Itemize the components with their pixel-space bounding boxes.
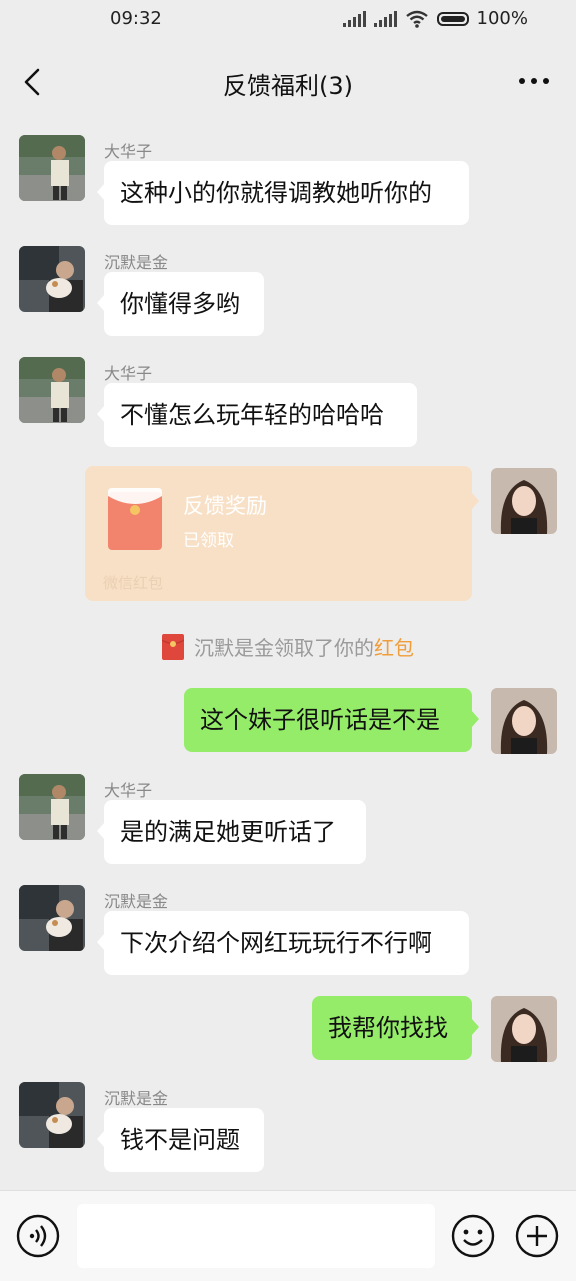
chat-title: 反馈福利(3)	[223, 72, 353, 100]
system-message-text: 沉默是金领取了你的	[194, 636, 374, 660]
sender-name: 沉默是金	[104, 892, 169, 911]
battery-percent: 100%	[476, 8, 528, 29]
signal-icon	[342, 10, 366, 27]
red-packet-small-icon	[162, 634, 184, 660]
voice-icon	[16, 1214, 60, 1258]
red-envelope-icon	[108, 488, 162, 550]
voice-button[interactable]	[16, 1214, 60, 1258]
avatar-chenmoshijin[interactable]	[19, 246, 85, 312]
emoji-button[interactable]	[451, 1214, 495, 1258]
more-dots-icon	[519, 78, 549, 84]
plus-button[interactable]	[515, 1214, 559, 1258]
avatar-dahuazi[interactable]	[19, 357, 85, 423]
message-bubble-self[interactable]: 我帮你找找	[312, 996, 479, 1060]
signal-icon	[373, 10, 397, 27]
battery-icon	[436, 11, 469, 26]
message-bubble[interactable]: 下次介绍个网红玩玩行不行啊	[97, 911, 469, 975]
message-bubble[interactable]: 你懂得多哟	[97, 272, 264, 336]
system-message: 沉默是金领取了你的红包	[0, 632, 576, 661]
message-bubble[interactable]: 钱不是问题	[97, 1108, 264, 1172]
avatar-self[interactable]	[491, 688, 557, 754]
avatar-chenmoshijin[interactable]	[19, 1082, 85, 1148]
red-packet-card[interactable]: 反馈奖励 已领取 微信红包	[85, 466, 479, 601]
avatar-chenmoshijin[interactable]	[19, 885, 85, 951]
chat-header: 反馈福利(3)	[0, 40, 576, 124]
sender-name: 沉默是金	[104, 253, 169, 272]
sender-name: 沉默是金	[104, 1089, 169, 1108]
avatar-self[interactable]	[491, 468, 557, 534]
red-packet-footer: 微信红包	[103, 574, 164, 592]
status-time: 09:32	[110, 8, 162, 29]
sender-name: 大华子	[104, 142, 153, 161]
wifi-icon	[405, 10, 428, 28]
plus-icon	[515, 1214, 559, 1258]
sender-name: 大华子	[104, 781, 153, 800]
message-bubble[interactable]: 不懂怎么玩年轻的哈哈哈	[97, 383, 417, 447]
red-packet-status: 已领取	[183, 531, 234, 551]
message-bubble-self[interactable]: 这个妹子很听话是不是	[184, 688, 479, 752]
sender-name: 大华子	[104, 364, 153, 383]
input-bar	[0, 1190, 576, 1281]
message-bubble[interactable]: 是的满足她更听话了	[97, 800, 366, 864]
status-bar: 09:32 100%	[0, 0, 576, 40]
message-bubble[interactable]: 这种小的你就得调教她听你的	[97, 161, 469, 225]
message-input[interactable]	[77, 1204, 435, 1268]
avatar-dahuazi[interactable]	[19, 135, 85, 201]
avatar-dahuazi[interactable]	[19, 774, 85, 840]
more-button[interactable]	[514, 66, 554, 96]
emoji-icon	[451, 1214, 495, 1258]
status-indicators: 100%	[342, 8, 528, 29]
red-packet-title: 反馈奖励	[183, 494, 267, 518]
avatar-self[interactable]	[491, 996, 557, 1062]
red-packet-link[interactable]: 红包	[374, 636, 414, 660]
